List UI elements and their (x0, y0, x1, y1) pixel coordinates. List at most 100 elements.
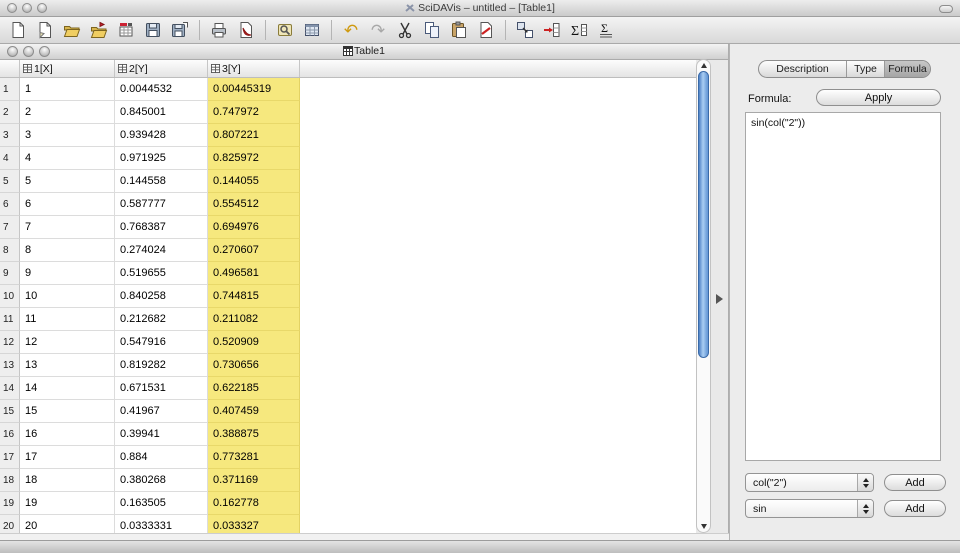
cell-col1[interactable]: 20 (20, 515, 115, 533)
formula-editor[interactable]: sin(col("2")) (745, 112, 941, 461)
cell-col3-selected[interactable]: 0.211082 (208, 308, 300, 331)
scroll-down-icon[interactable] (701, 524, 707, 529)
cell-col2[interactable]: 0.380268 (115, 469, 208, 492)
row-number[interactable]: 4 (0, 147, 20, 170)
cell-col2[interactable]: 0.819282 (115, 354, 208, 377)
cell-col1[interactable]: 8 (20, 239, 115, 262)
cell-col3-selected[interactable]: 0.807221 (208, 124, 300, 147)
new-table-icon[interactable] (115, 19, 137, 41)
new-note-icon[interactable] (34, 19, 56, 41)
add-column-icon[interactable] (541, 19, 563, 41)
cell-col3-selected[interactable]: 0.144055 (208, 170, 300, 193)
cell-col2[interactable]: 0.144558 (115, 170, 208, 193)
redo-icon[interactable]: ↷ (367, 19, 389, 41)
cell-col3-selected[interactable]: 0.00445319 (208, 78, 300, 101)
cell-col3-selected[interactable]: 0.388875 (208, 423, 300, 446)
add-column-ref-button[interactable]: Add (884, 474, 946, 491)
undo-icon[interactable]: ↶ (340, 19, 362, 41)
row-number[interactable]: 17 (0, 446, 20, 469)
cell-col1[interactable]: 17 (20, 446, 115, 469)
cell-col1[interactable]: 10 (20, 285, 115, 308)
row-number[interactable]: 2 (0, 101, 20, 124)
cell-col1[interactable]: 4 (20, 147, 115, 170)
cell-col1[interactable]: 5 (20, 170, 115, 193)
cell-col3-selected[interactable]: 0.773281 (208, 446, 300, 469)
scrollbar-thumb[interactable] (698, 71, 709, 358)
cell-col3-selected[interactable]: 0.520909 (208, 331, 300, 354)
row-number[interactable]: 3 (0, 124, 20, 147)
row-number[interactable]: 15 (0, 400, 20, 423)
delete-icon[interactable] (475, 19, 497, 41)
cell-col2[interactable]: 0.0044532 (115, 78, 208, 101)
table1-titlebar[interactable]: Table1 (0, 44, 728, 60)
open-project-icon[interactable] (61, 19, 83, 41)
row-number[interactable]: 9 (0, 262, 20, 285)
apply-button[interactable]: Apply (816, 89, 941, 106)
cell-col1[interactable]: 12 (20, 331, 115, 354)
add-function-button[interactable]: Add (884, 500, 946, 517)
cell-col1[interactable]: 15 (20, 400, 115, 423)
row-number[interactable]: 7 (0, 216, 20, 239)
cut-icon[interactable] (394, 19, 416, 41)
cell-col2[interactable]: 0.671531 (115, 377, 208, 400)
cell-col2[interactable]: 0.212682 (115, 308, 208, 331)
row-number[interactable]: 12 (0, 331, 20, 354)
cell-col3-selected[interactable]: 0.162778 (208, 492, 300, 515)
stepper-icon[interactable] (857, 474, 873, 491)
toolbar-toggle-button[interactable] (939, 5, 953, 13)
cell-col3-selected[interactable]: 0.744815 (208, 285, 300, 308)
cell-col1[interactable]: 9 (20, 262, 115, 285)
sum-column-icon[interactable]: Σ (568, 19, 590, 41)
cell-col2[interactable]: 0.0333331 (115, 515, 208, 533)
row-number[interactable]: 1 (0, 78, 20, 101)
vertical-scrollbar[interactable] (696, 59, 711, 533)
cell-col2[interactable]: 0.41967 (115, 400, 208, 423)
cell-col3-selected[interactable]: 0.694976 (208, 216, 300, 239)
row-number[interactable]: 14 (0, 377, 20, 400)
cell-col3-selected[interactable]: 0.825972 (208, 147, 300, 170)
row-statistics-icon[interactable]: Σ (595, 19, 617, 41)
cell-col2[interactable]: 0.840258 (115, 285, 208, 308)
function-select[interactable]: sin (745, 499, 874, 518)
cell-col1[interactable]: 13 (20, 354, 115, 377)
arrange-layers-icon[interactable] (514, 19, 536, 41)
print-preview-icon[interactable] (274, 19, 296, 41)
cell-col3-selected[interactable]: 0.270607 (208, 239, 300, 262)
row-number[interactable]: 10 (0, 285, 20, 308)
cell-col2[interactable]: 0.971925 (115, 147, 208, 170)
cell-col2[interactable]: 0.939428 (115, 124, 208, 147)
row-number[interactable]: 13 (0, 354, 20, 377)
cell-col3-selected[interactable]: 0.496581 (208, 262, 300, 285)
cell-col2[interactable]: 0.274024 (115, 239, 208, 262)
export-pdf-icon[interactable] (235, 19, 257, 41)
cell-col3-selected[interactable]: 0.730656 (208, 354, 300, 377)
table-corner-cell[interactable] (0, 60, 20, 77)
table-options-icon[interactable] (301, 19, 323, 41)
save-template-icon[interactable] (169, 19, 191, 41)
cell-col3-selected[interactable]: 0.622185 (208, 377, 300, 400)
cell-col2[interactable]: 0.587777 (115, 193, 208, 216)
tab-type[interactable]: Type (847, 61, 885, 77)
row-number[interactable]: 5 (0, 170, 20, 193)
cell-col3-selected[interactable]: 0.554512 (208, 193, 300, 216)
tab-description[interactable]: Description (759, 61, 847, 77)
print-icon[interactable] (208, 19, 230, 41)
cell-col3-selected[interactable]: 0.747972 (208, 101, 300, 124)
cell-col1[interactable]: 3 (20, 124, 115, 147)
cell-col1[interactable]: 2 (20, 101, 115, 124)
cell-col1[interactable]: 19 (20, 492, 115, 515)
row-number[interactable]: 19 (0, 492, 20, 515)
column-header-1[interactable]: 1[X] (20, 60, 115, 77)
main-titlebar[interactable]: SciDAVis – untitled – [Table1] (0, 0, 960, 17)
row-number[interactable]: 18 (0, 469, 20, 492)
open-template-icon[interactable] (88, 19, 110, 41)
save-project-icon[interactable] (142, 19, 164, 41)
column-header-3[interactable]: 3[Y] (208, 60, 300, 77)
cell-col1[interactable]: 7 (20, 216, 115, 239)
column-header-2[interactable]: 2[Y] (115, 60, 208, 77)
cell-col3-selected[interactable]: 0.407459 (208, 400, 300, 423)
row-number[interactable]: 6 (0, 193, 20, 216)
cell-col1[interactable]: 14 (20, 377, 115, 400)
panel-collapse-arrow-icon[interactable] (716, 294, 723, 304)
stepper-icon[interactable] (857, 500, 873, 517)
